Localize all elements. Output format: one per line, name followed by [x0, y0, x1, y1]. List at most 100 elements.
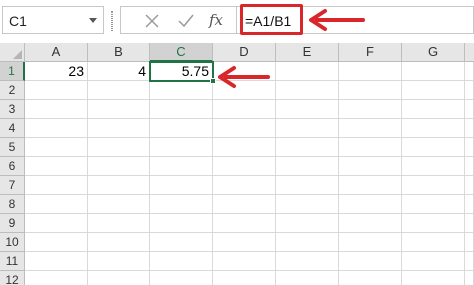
cell-f9[interactable] — [339, 214, 402, 233]
cell-c3[interactable] — [150, 100, 213, 119]
cell-a4[interactable] — [25, 119, 88, 138]
cell-f8[interactable] — [339, 195, 402, 214]
cell-a11[interactable] — [25, 252, 88, 271]
cell-h9[interactable] — [465, 214, 474, 233]
cell-g7[interactable] — [402, 176, 465, 195]
cell-e2[interactable] — [276, 81, 339, 100]
cell-e3[interactable] — [276, 100, 339, 119]
cell-h10[interactable] — [465, 233, 474, 252]
cell-e6[interactable] — [276, 157, 339, 176]
cell-b2[interactable] — [88, 81, 150, 100]
cell-c2[interactable] — [150, 81, 213, 100]
row-header-7[interactable]: 7 — [0, 176, 25, 195]
cell-h2[interactable] — [465, 81, 474, 100]
cell-e8[interactable] — [276, 195, 339, 214]
cell-f4[interactable] — [339, 119, 402, 138]
cell-h6[interactable] — [465, 157, 474, 176]
cell-e7[interactable] — [276, 176, 339, 195]
cell-b3[interactable] — [88, 100, 150, 119]
cell-c12[interactable] — [150, 271, 213, 285]
column-header-g[interactable]: G — [402, 43, 465, 62]
cell-c9[interactable] — [150, 214, 213, 233]
cell-h3[interactable] — [465, 100, 474, 119]
cell-g4[interactable] — [402, 119, 465, 138]
cell-a3[interactable] — [25, 100, 88, 119]
column-header-e[interactable]: E — [276, 43, 339, 62]
insert-function-icon[interactable]: fx — [209, 11, 227, 29]
cell-e9[interactable] — [276, 214, 339, 233]
cell-a6[interactable] — [25, 157, 88, 176]
cell-h12[interactable] — [465, 271, 474, 285]
cell-b11[interactable] — [88, 252, 150, 271]
cell-d4[interactable] — [213, 119, 276, 138]
cell-c11[interactable] — [150, 252, 213, 271]
cell-c8[interactable] — [150, 195, 213, 214]
row-header-12[interactable]: 12 — [0, 271, 25, 285]
row-header-8[interactable]: 8 — [0, 195, 25, 214]
row-header-10[interactable]: 10 — [0, 233, 25, 252]
cell-f7[interactable] — [339, 176, 402, 195]
select-all-corner[interactable] — [0, 43, 25, 62]
cell-f6[interactable] — [339, 157, 402, 176]
cell-g10[interactable] — [402, 233, 465, 252]
cell-f2[interactable] — [339, 81, 402, 100]
row-header-5[interactable]: 5 — [0, 138, 25, 157]
row-header-1[interactable]: 1 — [0, 62, 25, 81]
cell-a2[interactable] — [25, 81, 88, 100]
cell-c7[interactable] — [150, 176, 213, 195]
row-header-3[interactable]: 3 — [0, 100, 25, 119]
cell-f10[interactable] — [339, 233, 402, 252]
cell-f11[interactable] — [339, 252, 402, 271]
cell-b5[interactable] — [88, 138, 150, 157]
cell-c5[interactable] — [150, 138, 213, 157]
column-header-f[interactable]: F — [339, 43, 402, 62]
cell-b1[interactable]: 4 — [88, 62, 150, 81]
cell-g6[interactable] — [402, 157, 465, 176]
cell-c6[interactable] — [150, 157, 213, 176]
name-box[interactable]: C1 — [2, 6, 104, 34]
cell-b8[interactable] — [88, 195, 150, 214]
cell-g11[interactable] — [402, 252, 465, 271]
formula-bar-separator[interactable] — [111, 11, 113, 31]
column-header-c[interactable]: C — [150, 43, 213, 62]
cell-a12[interactable] — [25, 271, 88, 285]
cell-h4[interactable] — [465, 119, 474, 138]
cancel-x-icon[interactable] — [143, 12, 161, 30]
row-header-11[interactable]: 11 — [0, 252, 25, 271]
cell-f1[interactable] — [339, 62, 402, 81]
column-header-b[interactable]: B — [88, 43, 150, 62]
cell-a1[interactable]: 23 — [25, 62, 88, 81]
cell-d8[interactable] — [213, 195, 276, 214]
cell-f12[interactable] — [339, 271, 402, 285]
cell-d11[interactable] — [213, 252, 276, 271]
cell-f3[interactable] — [339, 100, 402, 119]
cell-a9[interactable] — [25, 214, 88, 233]
column-header-a[interactable]: A — [25, 43, 88, 62]
cell-g3[interactable] — [402, 100, 465, 119]
cell-c4[interactable] — [150, 119, 213, 138]
cell-e11[interactable] — [276, 252, 339, 271]
row-header-6[interactable]: 6 — [0, 157, 25, 176]
cell-g1[interactable] — [402, 62, 465, 81]
cell-b10[interactable] — [88, 233, 150, 252]
cell-g5[interactable] — [402, 138, 465, 157]
cell-f5[interactable] — [339, 138, 402, 157]
enter-check-icon[interactable] — [177, 12, 195, 30]
cell-d10[interactable] — [213, 233, 276, 252]
cell-e4[interactable] — [276, 119, 339, 138]
cell-e10[interactable] — [276, 233, 339, 252]
cell-b7[interactable] — [88, 176, 150, 195]
cell-e1[interactable] — [276, 62, 339, 81]
cell-d12[interactable] — [213, 271, 276, 285]
cell-d5[interactable] — [213, 138, 276, 157]
cell-h5[interactable] — [465, 138, 474, 157]
cell-b9[interactable] — [88, 214, 150, 233]
cell-d7[interactable] — [213, 176, 276, 195]
select-all-triangle-icon[interactable] — [13, 50, 22, 59]
cell-g12[interactable] — [402, 271, 465, 285]
cell-a7[interactable] — [25, 176, 88, 195]
row-header-9[interactable]: 9 — [0, 214, 25, 233]
cell-e12[interactable] — [276, 271, 339, 285]
cell-h1[interactable] — [465, 62, 474, 81]
cell-c10[interactable] — [150, 233, 213, 252]
